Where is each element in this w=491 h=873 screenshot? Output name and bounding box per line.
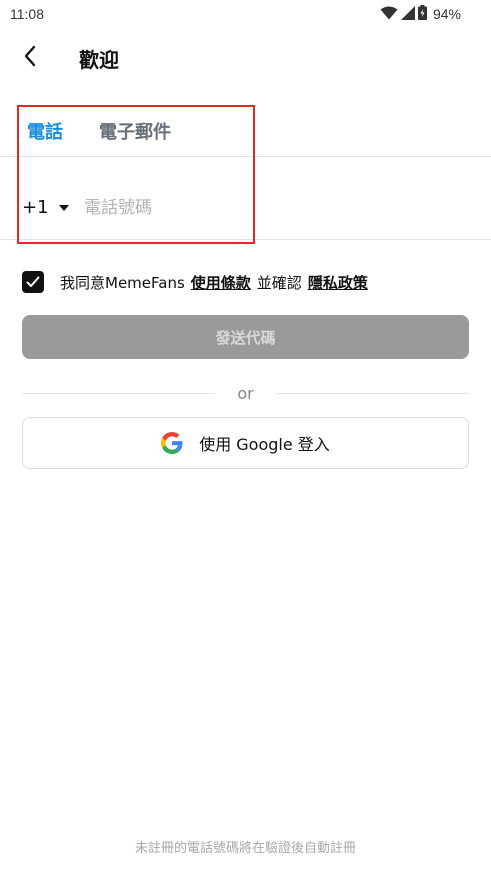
status-time: 11:08 [10, 6, 44, 22]
signal-icon [400, 5, 415, 24]
wifi-icon [380, 5, 398, 24]
divider-line-right [276, 393, 469, 394]
agree-checkbox[interactable] [22, 271, 44, 293]
terms-of-use-link[interactable]: 使用條款 [191, 274, 251, 292]
agreement-prefix: 我同意MemeFans [60, 273, 185, 292]
header: 歡迎 [0, 36, 491, 80]
send-code-button[interactable]: 發送代碼 [22, 315, 469, 359]
login-method-tabs: 電話 電子郵件 [0, 104, 491, 157]
chevron-left-icon [23, 45, 37, 71]
auto-register-note: 未註冊的電話號碼將在驗證後自動註冊 [134, 841, 356, 856]
country-code: +1 [22, 197, 49, 218]
agreement-text: 我同意MemeFans 使用條款 並確認 隱私政策 [60, 272, 368, 293]
phone-input-row: +1 [0, 157, 491, 240]
caret-down-icon [58, 204, 69, 211]
agreement-middle: 並確認 [256, 273, 302, 292]
status-bar: 11:08 94% [0, 0, 491, 30]
google-icon [161, 432, 183, 454]
battery-icon [417, 4, 427, 24]
checkmark-icon [26, 273, 40, 292]
or-divider: or [22, 382, 469, 406]
battery-percent: 94% [432, 6, 461, 22]
tab-email[interactable]: 電子郵件 [99, 118, 171, 144]
google-signin-button[interactable]: 使用 Google 登入 [22, 417, 469, 469]
phone-number-input[interactable] [84, 193, 464, 223]
country-code-selector[interactable]: +1 [22, 197, 69, 218]
privacy-policy-link[interactable]: 隱私政策 [308, 274, 368, 292]
tab-phone[interactable]: 電話 [27, 118, 63, 144]
status-icons: 94% [380, 4, 461, 24]
back-button[interactable] [14, 42, 46, 74]
page-title: 歡迎 [79, 48, 119, 72]
google-signin-label: 使用 Google 登入 [199, 435, 330, 454]
agreement-row: 我同意MemeFans 使用條款 並確認 隱私政策 [22, 270, 368, 294]
login-screen: 11:08 94% 歡迎 電話 電子郵件 +1 電話號碼 我同意MemeFans… [0, 0, 491, 873]
